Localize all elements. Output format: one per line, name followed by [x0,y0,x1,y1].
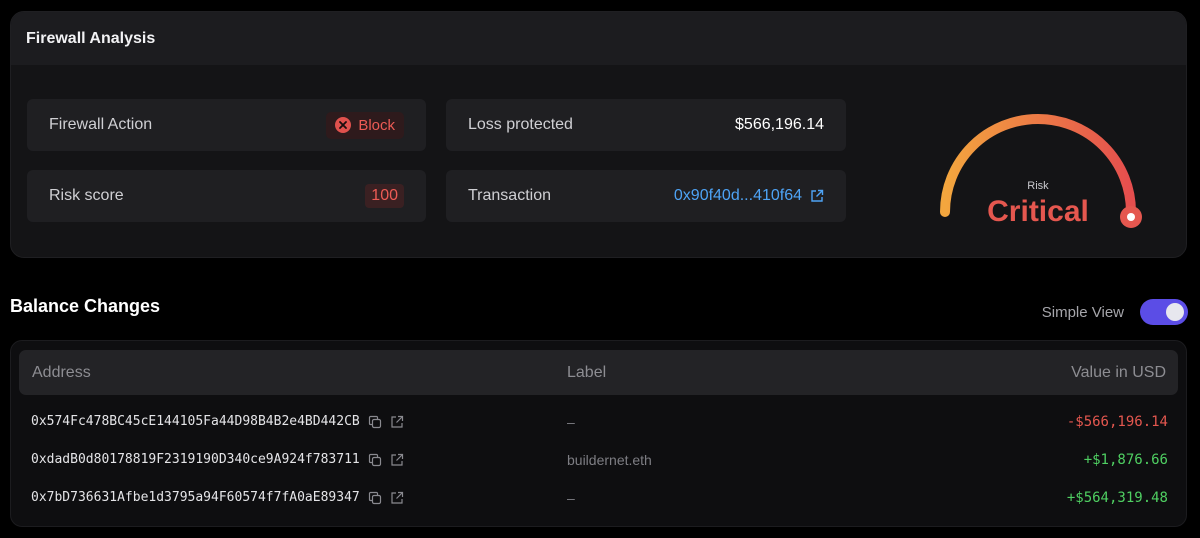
switch-knob [1166,303,1184,321]
risk-score-metric: Risk score 100 [27,170,426,222]
copy-icon[interactable] [368,453,382,467]
address-text: 0x7bD736631Afbe1d3795a94F60574f7fA0aE893… [31,490,360,505]
value-cell: +$564,319.48 [1066,490,1168,506]
external-link-icon[interactable] [390,415,404,429]
risk-gauge: Risk Critical [923,112,1153,242]
label-cell: – [567,414,575,430]
simple-view-label: Simple View [1041,303,1124,321]
risk-score-label: Risk score [49,187,124,204]
copy-icon[interactable] [368,491,382,505]
value-cell: -$566,196.14 [1066,414,1168,430]
external-link-icon[interactable] [390,453,404,467]
address-text: 0x574Fc478BC45cE144105Fa44D98B4B2e4BD442… [31,414,360,429]
simple-view-switch[interactable] [1140,299,1188,325]
loss-protected-metric: Loss protected $566,196.14 [446,99,846,151]
external-link-icon[interactable] [390,491,404,505]
table-header: Address Label Value in USD [19,350,1178,395]
transaction-metric: Transaction 0x90f40d...410f64 [446,170,846,222]
label-cell: – [567,490,575,506]
transaction-link[interactable]: 0x90f40d...410f64 [674,187,824,205]
transaction-label: Transaction [468,187,551,204]
firewall-analysis-card: Firewall Analysis Firewall Action Block … [10,11,1187,258]
table-row: 0xdadB0d80178819F2319190D340ce9A924f7837… [11,441,1188,479]
firewall-action-value: Block [358,116,395,134]
risk-score-value: 100 [365,184,404,208]
copy-icon[interactable] [368,415,382,429]
column-value: Value in USD [1071,364,1166,381]
firewall-header: Firewall Analysis [11,12,1186,65]
label-cell: buildernet.eth [567,452,652,468]
block-badge: Block [326,111,404,139]
simple-view-toggle[interactable]: Simple View [1042,299,1188,325]
address-text: 0xdadB0d80178819F2319190D340ce9A924f7837… [31,452,360,467]
table-row: 0x7bD736631Afbe1d3795a94F60574f7fA0aE893… [11,479,1188,517]
transaction-hash[interactable]: 0x90f40d...410f64 [674,187,802,205]
loss-protected-label: Loss protected [468,116,573,133]
external-link-icon[interactable] [810,189,824,203]
balance-table: Address Label Value in USD 0x574Fc478BC4… [10,340,1187,527]
address-cell: 0x7bD736631Afbe1d3795a94F60574f7fA0aE893… [31,490,404,505]
gauge-caption: Risk [1027,180,1049,192]
firewall-action-metric: Firewall Action Block [27,99,426,151]
balance-changes-title: Balance Changes [10,296,161,316]
close-circle-icon [335,117,352,133]
firewall-action-label: Firewall Action [49,116,153,133]
firewall-title: Firewall Analysis [26,29,156,47]
table-row: 0x574Fc478BC45cE144105Fa44D98B4B2e4BD442… [11,403,1188,441]
column-label: Label [567,364,607,381]
loss-protected-value: $566,196.14 [735,116,824,133]
value-cell: +$1,876.66 [1083,452,1168,468]
address-cell: 0x574Fc478BC45cE144105Fa44D98B4B2e4BD442… [31,414,404,429]
address-cell: 0xdadB0d80178819F2319190D340ce9A924f7837… [31,452,404,467]
column-address: Address [32,364,91,381]
gauge-risk-level: Critical [987,195,1089,228]
